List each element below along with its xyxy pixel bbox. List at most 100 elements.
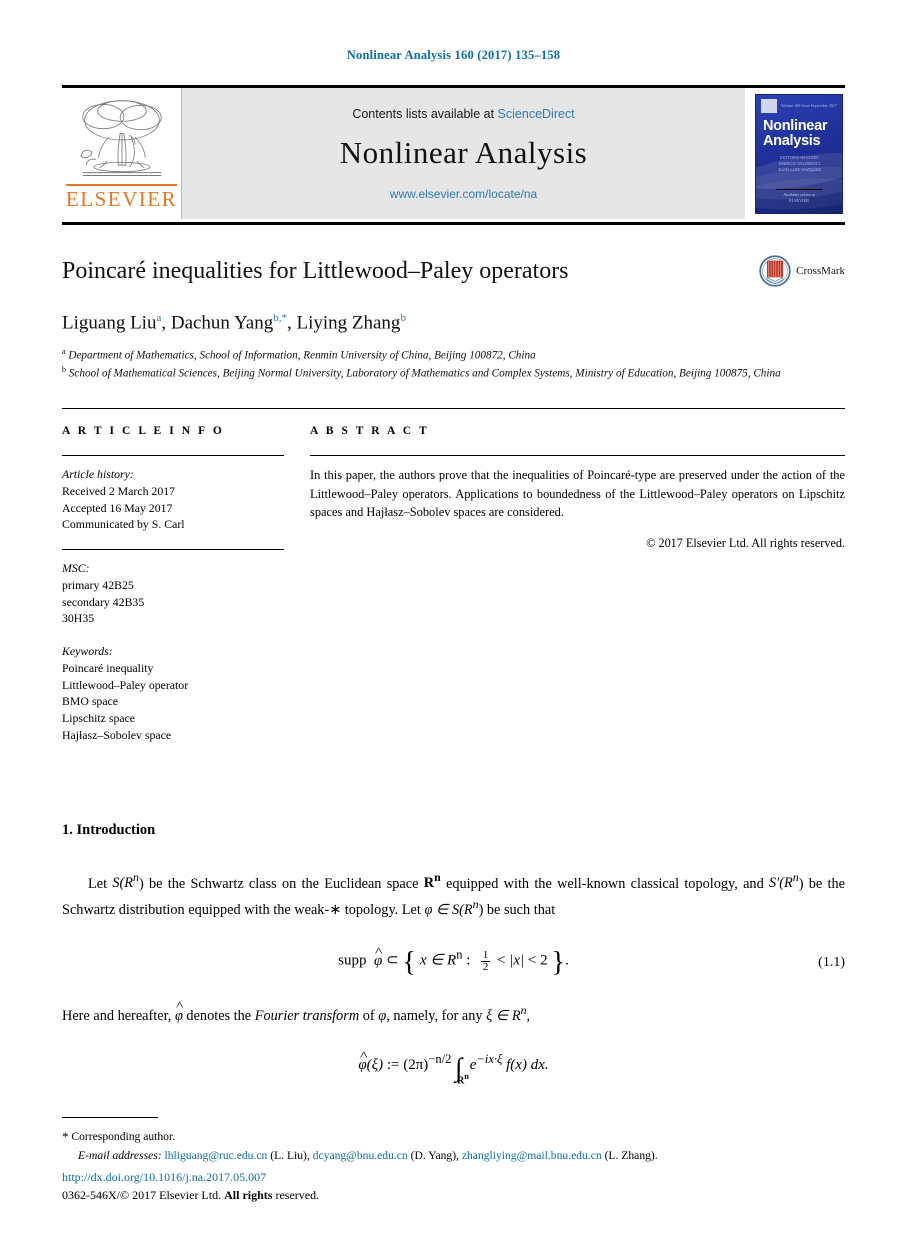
corresponding-author-text: Corresponding author.	[71, 1130, 176, 1144]
doi-link[interactable]: http://dx.doi.org/10.1016/j.na.2017.05.0…	[62, 1168, 845, 1186]
affiliation-list: a Department of Mathematics, School of I…	[62, 346, 845, 382]
sciencedirect-link[interactable]: ScienceDirect	[498, 107, 575, 121]
masthead-center: Contents lists available at ScienceDirec…	[182, 88, 745, 219]
page-title: Poincaré inequalities for Littlewood–Pal…	[62, 258, 569, 284]
author-list: Liguang Liua, Dachun Yangb,*, Liying Zha…	[62, 311, 406, 334]
history-item: Communicated by S. Carl	[62, 517, 185, 532]
article-body: 1. Introduction Let S(Rn) be the Schwart…	[62, 821, 845, 1087]
author-name: Liying Zhang	[296, 312, 401, 334]
journal-homepage-url[interactable]: www.elsevier.com/locate/na	[390, 187, 537, 201]
abstract-text: In this paper, the authors prove that th…	[310, 468, 845, 520]
equation-fourier-body: φ(ξ) := (2π)−n/2 ∫Rn e−ix·ξ f(x) dx.	[358, 1052, 548, 1087]
article-info-heading: A R T I C L E I N F O	[62, 425, 225, 438]
keyword-item: Hajłasz–Sobolev space	[62, 727, 172, 742]
para-text: equipped with the well-known classical t…	[440, 875, 769, 892]
email-person: (L. Zhang).	[604, 1148, 658, 1162]
cover-title: Nonlinear Analysis	[763, 117, 836, 149]
author-name: Dachun Yang	[170, 312, 274, 334]
issn-copyright: © 2017 Elsevier Ltd.	[120, 1188, 225, 1202]
para-text: Let	[88, 875, 113, 892]
para-text: denotes the	[182, 1008, 255, 1025]
equation-1-1-body: supp φ ⊂ { x ∈ Rn : 1 2 < |x| < 2 }.	[338, 947, 569, 979]
running-head: Nonlinear Analysis 160 (2017) 135–158	[346, 48, 561, 62]
email-addresses-note: E-mail addresses: lhliguang@ruc.edu.cn (…	[78, 1148, 658, 1162]
intro-paragraph-1: Let S(Rn) be the Schwartz class on the E…	[62, 869, 845, 922]
para-text: ,	[526, 1008, 531, 1025]
msc-item: secondary 42B35	[62, 594, 145, 609]
issn-copyright-line: 0362-546X/© 2017 Elsevier Ltd. All right…	[62, 1186, 845, 1204]
journal-masthead: ELSEVIER Contents lists available at Sci…	[62, 85, 845, 225]
cover-sub-line3: JUAN LUIS VAZQUEZ	[777, 166, 822, 172]
author-affil-mark[interactable]: a	[156, 312, 161, 324]
cover-editors: EDITORS-IN-CHIEF ENRICO VALDINOCI JUAN L…	[765, 155, 834, 174]
journal-cover-image: Volume 160 Issue September 2017 Nonlinea…	[755, 93, 843, 214]
author-affil-mark[interactable]: b,*	[273, 312, 287, 324]
history-item: Received 2 March 2017	[62, 483, 176, 498]
keywords-label: Keywords:	[62, 644, 113, 659]
equation-fourier-transform: φ(ξ) := (2π)−n/2 ∫Rn e−ix·ξ f(x) dx.	[62, 1052, 845, 1087]
footnote-divider	[62, 1117, 158, 1119]
msc-label: MSC:	[62, 561, 90, 576]
msc-item: primary 42B25	[62, 577, 134, 592]
email-person: (D. Yang)	[410, 1148, 457, 1162]
affiliation-mark: b	[62, 365, 66, 375]
keyword-item: Lipschitz space	[62, 711, 136, 726]
author-affil-mark[interactable]: b	[400, 312, 406, 324]
cover-issue: Issue	[801, 103, 810, 108]
para-text: of	[359, 1008, 379, 1025]
issn-prefix: 0362-546X/	[62, 1188, 120, 1202]
crossmark-badge-group[interactable]: CrossMark	[759, 255, 845, 287]
journal-title: Nonlinear Analysis	[339, 134, 588, 170]
divider	[62, 549, 284, 551]
asterisk-icon: *	[62, 1129, 69, 1145]
article-history-label: Article history:	[62, 467, 134, 482]
math-phi-in-S: φ ∈ S(Rn	[424, 896, 479, 918]
math-phi-hat: φ	[374, 953, 382, 970]
para-text: , namely, for any	[386, 1008, 487, 1025]
issn-tail: reserved.	[272, 1188, 320, 1202]
issn-rights: All rights	[224, 1188, 273, 1202]
elsevier-tree-icon	[79, 100, 162, 177]
elsevier-logo: ELSEVIER	[62, 88, 182, 219]
cover-date: September 2017	[810, 103, 837, 108]
email-label: E-mail addresses:	[78, 1148, 162, 1162]
affiliation-item: a Department of Mathematics, School of I…	[62, 346, 845, 364]
divider	[310, 455, 845, 457]
cover-title-line1: Nonlinear	[763, 117, 828, 134]
paper-page: Nonlinear Analysis 160 (2017) 135–158 EL…	[0, 0, 907, 1238]
cover-volume: Volume 160	[781, 103, 801, 108]
email-link[interactable]: lhliguang@ruc.edu.cn	[165, 1149, 268, 1162]
journal-cover-cell: Volume 160 Issue September 2017 Nonlinea…	[745, 88, 845, 219]
article-title-block: CrossMark Poincaré inequalities for Litt…	[62, 255, 845, 382]
math-xi-in-Rn: ξ ∈ Rn	[486, 1003, 527, 1025]
email-person: (L. Liu)	[270, 1148, 307, 1162]
affiliation-item: b School of Mathematical Sciences, Beiji…	[62, 364, 845, 382]
msc-group: MSC: primary 42B25 secondary 42B35 30H35	[62, 560, 284, 627]
math-fraction-half: 1 2	[480, 948, 491, 974]
para-text: ) be such that	[478, 901, 556, 918]
email-link[interactable]: dcyang@bnu.edu.cn	[313, 1149, 408, 1162]
math-euclidean-space: Rn	[423, 870, 441, 892]
cover-title-line2: Analysis	[763, 132, 821, 149]
keyword-item: Littlewood–Paley operator	[62, 677, 189, 692]
abstract-copyright: © 2017 Elsevier Ltd. All rights reserved…	[646, 535, 845, 550]
history-item: Accepted 16 May 2017	[62, 500, 173, 515]
crossmark-label: CrossMark	[796, 265, 845, 277]
para-text: ) be the Schwartz class on the Euclidean…	[138, 875, 424, 892]
article-info-column: A R T I C L E I N F O Article history: R…	[62, 425, 310, 760]
email-link[interactable]: zhangliying@mail.bnu.edu.cn	[462, 1149, 602, 1162]
section-heading-introduction: 1. Introduction	[62, 821, 156, 838]
corresponding-author-note: * Corresponding author.	[62, 1127, 845, 1147]
info-abstract-row: A R T I C L E I N F O Article history: R…	[62, 408, 845, 760]
footnote-block: * Corresponding author. E-mail addresses…	[62, 1117, 845, 1164]
affiliation-mark: a	[62, 347, 66, 357]
cover-publisher-mark-icon	[761, 98, 777, 113]
msc-item: 30H35	[62, 611, 95, 626]
affiliation-text: Department of Mathematics, School of Inf…	[68, 349, 536, 362]
divider	[62, 455, 284, 457]
keyword-item: BMO space	[62, 694, 119, 709]
abstract-column: A B S T R A C T In this paper, the autho…	[310, 425, 845, 760]
contents-available-line: Contents lists available at ScienceDirec…	[352, 107, 574, 121]
doi-copyright-block: http://dx.doi.org/10.1016/j.na.2017.05.0…	[62, 1168, 845, 1204]
abstract-heading: A B S T R A C T	[310, 425, 430, 438]
